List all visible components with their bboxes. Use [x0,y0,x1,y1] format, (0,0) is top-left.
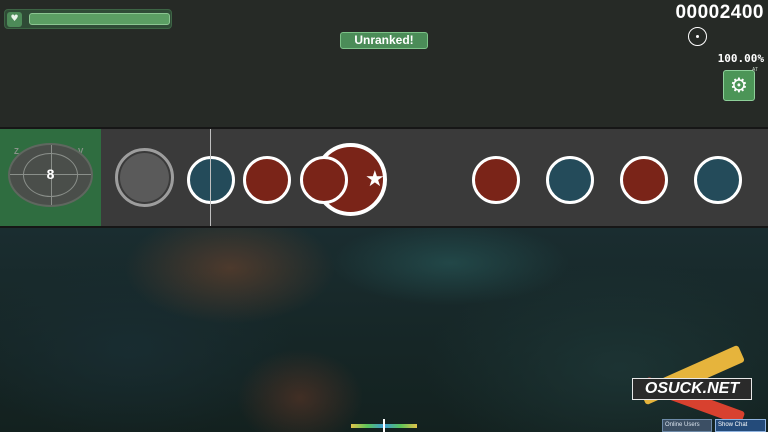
kat-note [187,156,235,204]
star-icon: ★ [365,166,385,192]
hit-target-circle [115,148,174,207]
health-bar-fill [29,13,170,25]
don-note [243,156,291,204]
taiko-playfield: Z X C V 8 ★ [0,127,768,228]
gear-icon: ⚙ [730,73,748,97]
ranked-status-badge: Unranked! [340,32,428,49]
clock-icon [688,27,707,46]
show-chat-button[interactable]: Show Chat [715,419,766,432]
game-screen: ♥ Unranked! 00002400 100.00% ⚙ AT Z X C … [0,0,768,432]
health-bar: ♥ [4,9,172,29]
hud-top-area: ♥ Unranked! 00002400 100.00% ⚙ AT [0,0,768,127]
heart-icon: ♥ [7,12,22,27]
site-watermark: OSUCK.NET [630,344,760,426]
hit-error-marker [383,419,385,432]
don-note [300,156,348,204]
autoplay-indicator: AT [752,67,759,73]
watermark-logo: OSUCK.NET [632,378,752,400]
judgement-line [210,129,211,226]
kat-note [546,156,594,204]
note-track: ★ [0,129,768,226]
don-note [472,156,520,204]
accuracy-display: 100.00% [717,52,764,65]
settings-button[interactable]: ⚙ [723,70,755,101]
don-note [620,156,668,204]
score-counter: 00002400 [675,2,764,23]
online-users-button[interactable]: Online Users [662,419,712,432]
kat-note [694,156,742,204]
